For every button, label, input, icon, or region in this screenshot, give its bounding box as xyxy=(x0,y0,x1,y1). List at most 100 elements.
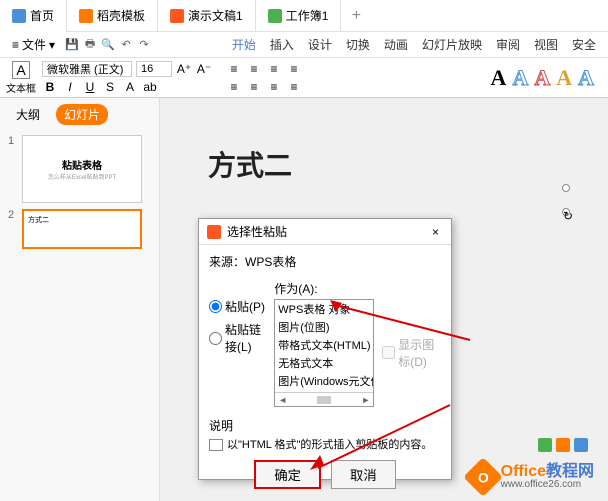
file-label: 文件 xyxy=(22,36,46,53)
widget-icon[interactable] xyxy=(574,438,588,452)
textbox-label: 文本框 xyxy=(6,80,36,95)
wordart-style-5[interactable]: A xyxy=(578,65,594,91)
dialog-icon xyxy=(207,225,221,239)
xls-icon xyxy=(268,9,282,23)
indent-inc-button[interactable]: ≡ xyxy=(286,61,302,77)
paste-radio-input[interactable] xyxy=(209,300,222,313)
wordart-style-4[interactable]: A xyxy=(556,65,572,91)
preview-icon[interactable]: 🔍 xyxy=(101,38,115,52)
logo-text-2: 教程网 xyxy=(546,463,594,480)
italic-button[interactable]: I xyxy=(62,79,78,95)
cancel-button[interactable]: 取消 xyxy=(331,460,396,489)
scroll-left-icon[interactable]: ◄ xyxy=(278,395,287,405)
print-icon[interactable]: 🖶 xyxy=(83,38,97,52)
list-item[interactable]: 无格式文本 xyxy=(275,354,373,372)
logo-letter: O xyxy=(477,469,488,485)
decrease-font-icon[interactable]: A⁻ xyxy=(196,61,212,77)
align-right-button[interactable]: ≡ xyxy=(266,79,282,95)
list-item[interactable]: 图片(位图) xyxy=(275,318,373,336)
dialog-title: 选择性粘贴 xyxy=(227,223,287,240)
slides-tab[interactable]: 幻灯片 xyxy=(56,104,108,125)
checkbox-label: 显示图标(D) xyxy=(398,336,441,370)
list-item[interactable]: WPS表格 对象 xyxy=(275,300,373,318)
numbering-button[interactable]: ≡ xyxy=(246,61,262,77)
add-tab-button[interactable]: + xyxy=(341,7,371,25)
wordart-style-3[interactable]: A xyxy=(534,65,550,91)
show-icon-checkbox: 显示图标(D) xyxy=(382,298,441,407)
document-tabs: 首页 稻壳模板 演示文稿1 工作簿1 + xyxy=(0,0,608,32)
thumb-number: 1 xyxy=(8,135,18,147)
show-icon-input xyxy=(382,346,395,359)
ribbon-insert[interactable]: 插入 xyxy=(270,36,294,53)
selection-handle[interactable] xyxy=(562,184,570,192)
textbox-icon[interactable]: A xyxy=(12,61,29,79)
ribbon-review[interactable]: 审阅 xyxy=(496,36,520,53)
thumb-title: 粘贴表格 xyxy=(62,157,102,172)
align-justify-button[interactable]: ≡ xyxy=(286,79,302,95)
list-item[interactable]: 带格式文本(HTML) xyxy=(275,336,373,354)
scroll-thumb[interactable] xyxy=(317,396,331,404)
paste-special-dialog: 选择性粘贴 × 来源：WPS表格 粘贴(P) 粘贴链接(L) 作为(A): WP… xyxy=(198,218,452,480)
quick-toolbar: ≡ 文件 ▾ 💾 🖶 🔍 ↶ ↷ 开始 插入 设计 切换 动画 幻灯片放映 审阅… xyxy=(0,32,608,58)
ribbon-design[interactable]: 设计 xyxy=(308,36,332,53)
font-name-select[interactable] xyxy=(42,61,132,77)
outline-tab[interactable]: 大纲 xyxy=(8,104,48,125)
format-toolbar: A 文本框 A⁺ A⁻ B I U S A ab ≡ ≡ ≡ ≡ ≡ ≡ ≡ xyxy=(0,58,608,98)
scroll-right-icon[interactable]: ► xyxy=(361,395,370,405)
bold-button[interactable]: B xyxy=(42,79,58,95)
highlight-button[interactable]: ab xyxy=(142,79,158,95)
ribbon-view[interactable]: 视图 xyxy=(534,36,558,53)
paste-link-radio[interactable]: 粘贴链接(L) xyxy=(209,321,266,355)
increase-font-icon[interactable]: A⁺ xyxy=(176,61,192,77)
desc-text: 以"HTML 格式"的形式插入剪贴板的内容。 xyxy=(227,439,432,451)
undo-icon[interactable]: ↶ xyxy=(119,38,133,52)
align-center-button[interactable]: ≡ xyxy=(246,79,262,95)
ribbon-transition[interactable]: 切换 xyxy=(346,36,370,53)
tab-label: 稻壳模板 xyxy=(97,7,145,24)
clipboard-icon xyxy=(209,439,223,451)
ribbon-start[interactable]: 开始 xyxy=(232,36,256,53)
logo-url: www.office26.com xyxy=(501,480,594,490)
wordart-style-2[interactable]: A xyxy=(512,65,528,91)
source-label: 来源： xyxy=(209,255,245,269)
logo-text-1: Office xyxy=(501,463,546,480)
logo-badge: O xyxy=(463,457,503,497)
as-label: 作为(A): xyxy=(274,280,374,297)
font-color-button[interactable]: A xyxy=(122,79,138,95)
tab-label: 工作簿1 xyxy=(286,7,329,24)
rotate-handle[interactable]: ↻ xyxy=(562,208,570,216)
slide-thumb-2[interactable]: 方式二 xyxy=(22,209,142,249)
desc-label: 说明 xyxy=(209,417,441,434)
align-left-button[interactable]: ≡ xyxy=(226,79,242,95)
save-icon[interactable]: 💾 xyxy=(65,38,79,52)
format-list[interactable]: WPS表格 对象 图片(位图) 带格式文本(HTML) 无格式文本 图片(Win… xyxy=(274,299,374,407)
close-button[interactable]: × xyxy=(428,225,443,239)
tab-workbook[interactable]: 工作簿1 xyxy=(256,0,342,32)
indent-dec-button[interactable]: ≡ xyxy=(266,61,282,77)
wordart-style-1[interactable]: A xyxy=(491,65,507,91)
widget-icon[interactable] xyxy=(538,438,552,452)
paste-radio[interactable]: 粘贴(P) xyxy=(209,298,266,315)
ok-button[interactable]: 确定 xyxy=(254,460,321,489)
list-item[interactable]: 图片(Windows元文件) xyxy=(275,372,373,390)
ribbon-animation[interactable]: 动画 xyxy=(384,36,408,53)
slide-panel: 大纲 幻灯片 1 粘贴表格 怎么样从Excel粘贴到PPT 2 方式二 xyxy=(0,98,160,501)
ribbon-tabs: 开始 插入 设计 切换 动画 幻灯片放映 审阅 视图 安全 xyxy=(232,36,602,53)
file-menu[interactable]: ≡ 文件 ▾ xyxy=(6,34,61,55)
widget-icon[interactable] xyxy=(556,438,570,452)
thumb-title: 方式二 xyxy=(28,215,49,225)
tab-template[interactable]: 稻壳模板 xyxy=(67,0,158,32)
redo-icon[interactable]: ↷ xyxy=(137,38,151,52)
paste-link-radio-input[interactable] xyxy=(209,332,222,345)
slide-thumb-1[interactable]: 粘贴表格 怎么样从Excel粘贴到PPT xyxy=(22,135,142,203)
underline-button[interactable]: U xyxy=(82,79,98,95)
watermark-logo: O Office教程网 www.office26.com xyxy=(469,463,594,491)
ribbon-security[interactable]: 安全 xyxy=(572,36,596,53)
tab-home[interactable]: 首页 xyxy=(0,0,67,32)
ribbon-slideshow[interactable]: 幻灯片放映 xyxy=(422,36,482,53)
tab-presentation[interactable]: 演示文稿1 xyxy=(158,0,256,32)
font-size-select[interactable] xyxy=(136,61,172,77)
bullets-button[interactable]: ≡ xyxy=(226,61,242,77)
strike-button[interactable]: S xyxy=(102,79,118,95)
list-scrollbar[interactable]: ◄► xyxy=(275,392,373,406)
